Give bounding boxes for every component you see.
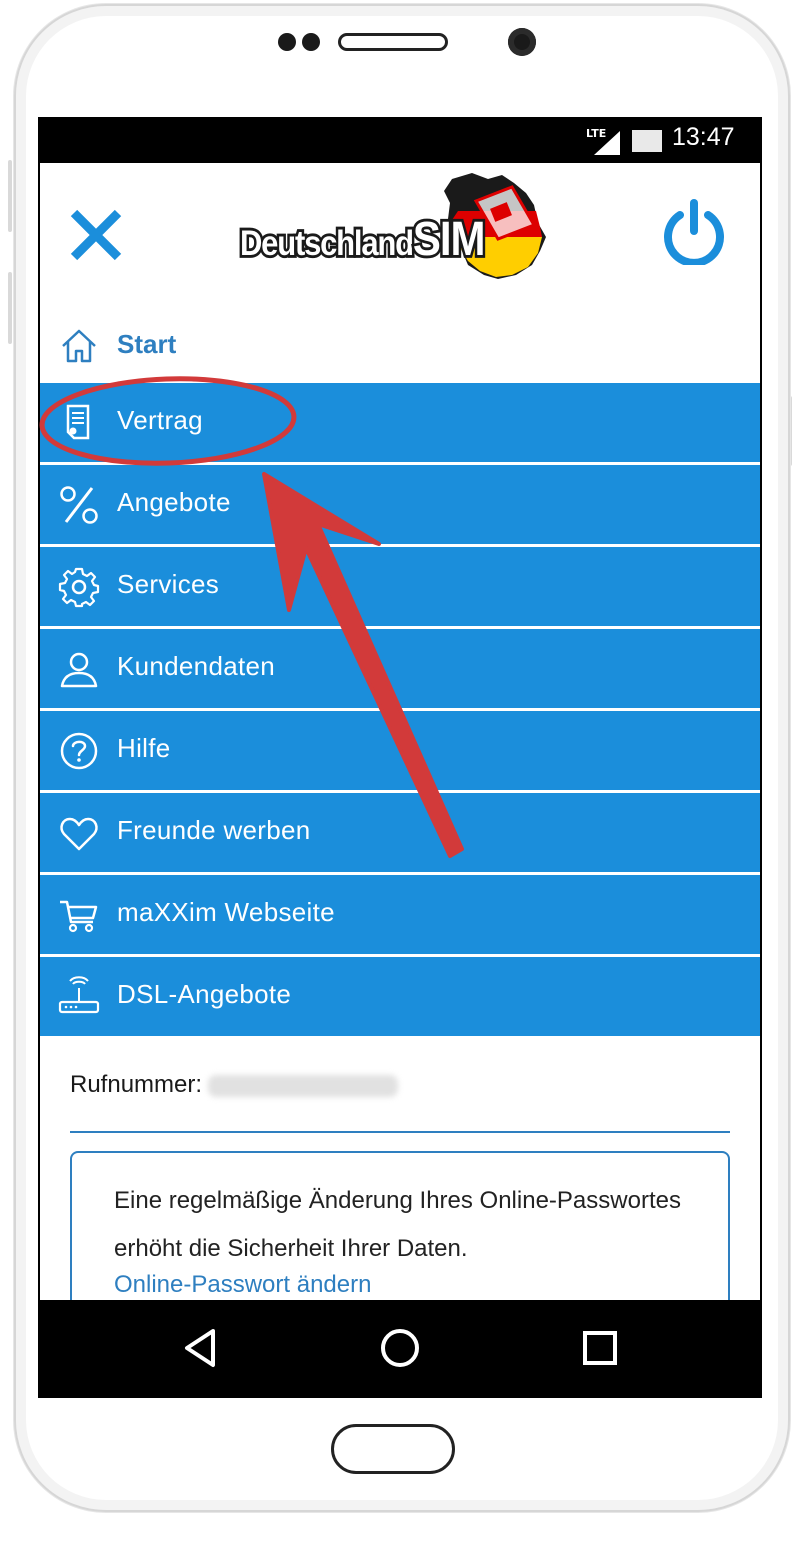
logo-wordmark: DeutschlandSIM — [238, 209, 488, 269]
menu-item-label: Hilfe — [117, 733, 171, 763]
front-camera — [508, 28, 536, 56]
sensor-dot — [278, 33, 296, 51]
phone-number-row: Rufnummer: — [70, 1071, 399, 1099]
menu-item-start-label: Start — [117, 329, 177, 359]
menu-item-kundendaten[interactable]: Kundendaten — [40, 629, 760, 708]
phone-screen: LTE 13:47 DeutschlandSIM Start Vertrag A… — [38, 117, 762, 1398]
heart-icon — [60, 817, 98, 851]
password-info-text: Eine regelmäßige Änderung Ihres Online-P… — [114, 1187, 681, 1262]
menu-item-dsl-angebote[interactable]: DSL-Angebote — [40, 957, 760, 1036]
menu-item-label: Freunde werben — [117, 815, 311, 845]
user-icon — [60, 652, 98, 688]
menu-item-label: Services — [117, 569, 220, 599]
deutschlandsim-logo: DeutschlandSIM — [238, 171, 550, 283]
menu-item-hilfe[interactable]: Hilfe — [40, 711, 760, 790]
home-icon — [62, 329, 96, 363]
battery-icon — [632, 130, 662, 152]
menu-item-vertrag[interactable]: Vertrag — [40, 383, 760, 462]
menu-item-start[interactable]: Start — [40, 313, 760, 379]
menu-item-freunde-werben[interactable]: Freunde werben — [40, 793, 760, 872]
power-icon[interactable] — [662, 199, 726, 265]
power-side-button — [8, 272, 12, 344]
status-time: 13:47 — [672, 123, 735, 151]
help-icon — [60, 732, 98, 770]
logo-text-deutschland: Deutschland — [238, 220, 417, 266]
hardware-home-button[interactable] — [331, 1424, 455, 1474]
divider — [70, 1131, 730, 1133]
cart-icon — [60, 900, 98, 933]
menu-item-label: Kundendaten — [117, 651, 276, 681]
menu-item-maxxim-webseite[interactable]: maXXim Webseite — [40, 875, 760, 954]
menu-item-angebote[interactable]: Angebote — [40, 465, 760, 544]
earpiece-speaker — [338, 33, 448, 51]
home-circle-icon[interactable] — [350, 1300, 450, 1398]
close-icon[interactable] — [68, 207, 124, 263]
android-nav-bar — [38, 1300, 762, 1398]
menu-item-label: DSL-Angebote — [117, 979, 292, 1009]
recents-icon[interactable] — [550, 1300, 650, 1398]
status-bar: LTE 13:47 — [38, 117, 762, 163]
main-menu: Vertrag Angebote Services Kundendaten Hi… — [40, 383, 760, 1039]
back-icon[interactable] — [150, 1300, 250, 1398]
app-drawer: DeutschlandSIM Start Vertrag Angebote Se… — [40, 163, 760, 1300]
gear-icon — [58, 567, 100, 608]
sensor-dot — [302, 33, 320, 51]
menu-item-services[interactable]: Services — [40, 547, 760, 626]
password-info-box: Eine regelmäßige Änderung Ihres Online-P… — [70, 1151, 730, 1300]
logo-text-sim: SIM — [410, 209, 488, 269]
menu-item-label: Angebote — [117, 487, 231, 517]
phone-number-value-redacted — [208, 1074, 399, 1097]
volume-button — [8, 160, 12, 232]
signal-icon — [594, 131, 620, 155]
menu-item-label: maXXim Webseite — [117, 897, 335, 927]
change-password-link[interactable]: Online-Passwort ändern — [114, 1271, 371, 1299]
drawer-header: DeutschlandSIM — [40, 163, 760, 313]
router-icon — [58, 976, 100, 1014]
contract-icon — [66, 404, 90, 440]
menu-item-label: Vertrag — [117, 405, 203, 435]
phone-number-label: Rufnummer: — [70, 1071, 203, 1098]
percent-icon — [60, 486, 98, 524]
